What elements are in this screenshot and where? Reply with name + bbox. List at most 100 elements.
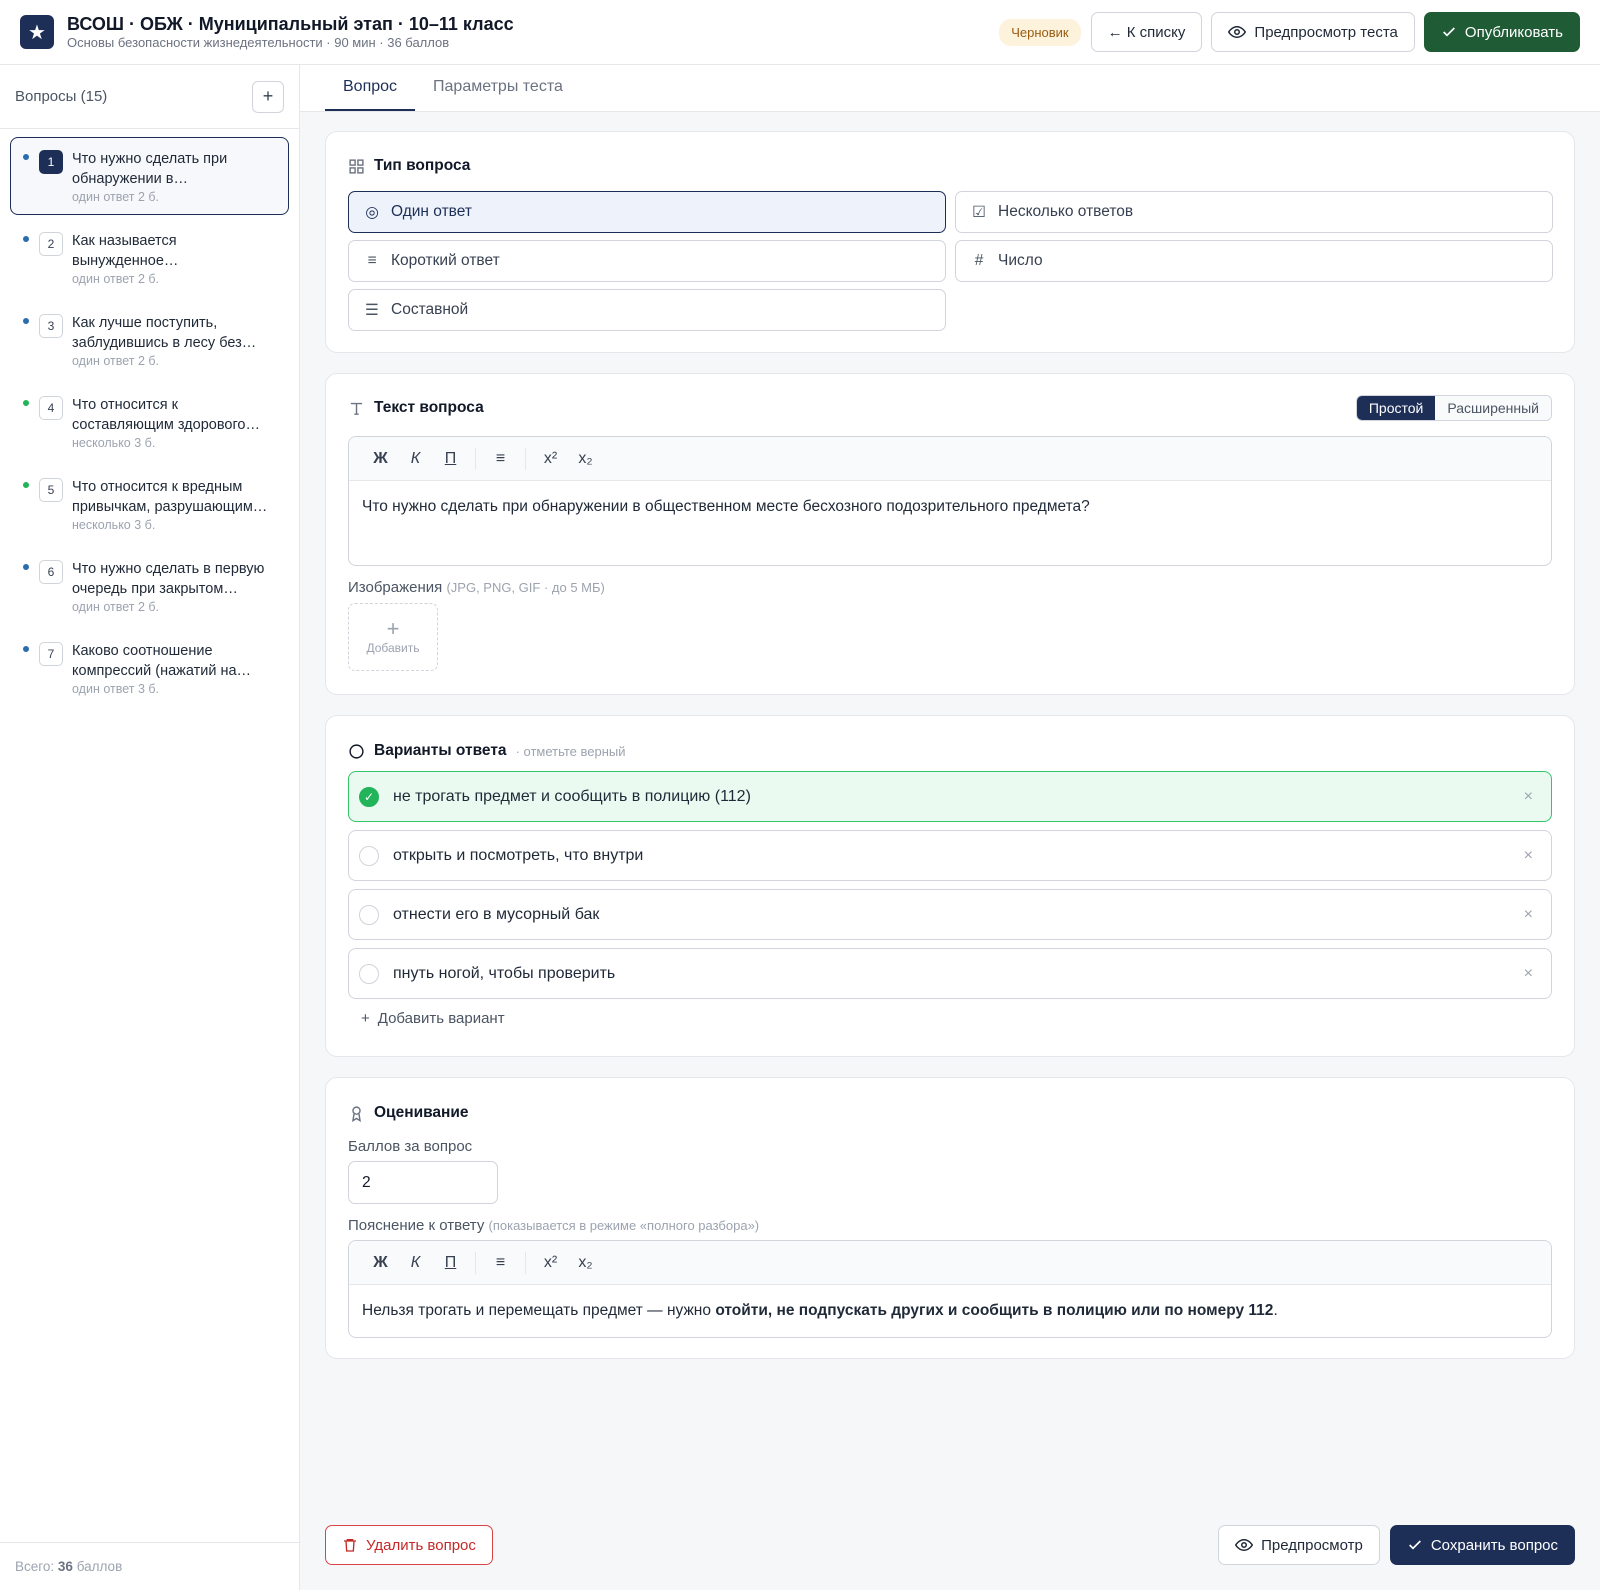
eye-icon <box>1235 1538 1254 1552</box>
radio-button[interactable] <box>359 845 379 866</box>
editor-mode-toggle: Простой Расширенный <box>1355 395 1552 421</box>
question-text-field[interactable]: Что нужно сделать при обнаружении в обще… <box>349 481 1551 565</box>
footer-right-actions: Предпросмотр Сохранить вопрос <box>1218 1525 1575 1565</box>
sidebar-question-item[interactable]: 2 Как называется вынужденное… один ответ 2… <box>10 219 289 297</box>
radio-button[interactable] <box>359 963 379 984</box>
italic-button[interactable]: К <box>398 450 433 468</box>
explanation-field[interactable]: Нельзя трогать и перемещать предмет — ну… <box>349 1285 1551 1337</box>
sidebar-question-item[interactable]: 4 Что относится к составляющим здорового…… <box>10 383 289 461</box>
question-number: 5 <box>39 478 63 502</box>
question-text-heading: Текст вопроса Простой Расширенный <box>348 395 1552 421</box>
underline-button[interactable]: П <box>433 450 468 468</box>
add-image-button[interactable]: + Добавить <box>348 603 438 671</box>
question-number: 3 <box>39 314 63 338</box>
radio-circle-icon <box>348 743 365 760</box>
delete-question-button[interactable]: Удалить вопрос <box>325 1525 493 1565</box>
plus-icon: + <box>361 1010 370 1027</box>
checkbox-icon: ☑ <box>972 203 986 221</box>
points-label: Баллов за вопрос <box>348 1138 473 1155</box>
question-preview-text: Как называется вынужденное… <box>72 233 179 269</box>
question-type-option[interactable]: # Число <box>955 240 1553 282</box>
answers-title: Варианты ответа <box>374 742 507 759</box>
tab-test-params[interactable]: Параметры теста <box>415 65 581 111</box>
points-input[interactable]: 2 <box>348 1161 498 1204</box>
italic-button[interactable]: К <box>398 1254 433 1272</box>
question-number: 6 <box>39 560 63 584</box>
sidebar-question-item[interactable]: 6 Что нужно сделать в первую очередь при … <box>10 547 289 625</box>
answer-text[interactable]: пнуть ногой, чтобы проверить <box>393 965 1524 983</box>
remove-answer-icon[interactable]: × <box>1524 847 1533 865</box>
question-preview-text: Что относится к вредным привычкам, разру… <box>72 479 268 515</box>
question-number: 7 <box>39 642 63 666</box>
mode-simple-button[interactable]: Простой <box>1356 396 1436 420</box>
save-question-button[interactable]: Сохранить вопрос <box>1389 1525 1575 1565</box>
question-type-option[interactable]: ☰ Составной <box>348 289 946 331</box>
superscript-button[interactable]: x² <box>533 1254 568 1272</box>
question-text-title: Текст вопроса <box>374 399 484 416</box>
page-title: ВСОШ · ОБЖ · Муниципальный этап · 10–11 … <box>67 14 514 34</box>
answer-option[interactable]: пнуть ногой, чтобы проверить × <box>348 948 1552 999</box>
footer-actions: Удалить вопрос Предпросмотр Сохранить во… <box>325 1525 1575 1565</box>
sidebar-question-item[interactable]: 3 Как лучше поступить, заблудившись в лес… <box>10 301 289 379</box>
tab-question[interactable]: Вопрос <box>325 65 416 111</box>
sidebar-question-item[interactable]: 5 Что относится к вредным привычкам, разр… <box>10 465 289 543</box>
question-text-card: Текст вопроса Простой Расширенный Ж К П … <box>325 373 1575 695</box>
subscript-button[interactable]: x₂ <box>568 450 603 468</box>
remove-answer-icon[interactable]: × <box>1524 965 1533 983</box>
preview-label: Предпросмотр <box>1261 1536 1363 1554</box>
add-variant-button[interactable]: + Добавить вариант <box>361 1010 1552 1027</box>
list-button[interactable]: ≡ <box>483 450 518 468</box>
answer-option[interactable]: открыть и посмотреть, что внутри × <box>348 830 1552 881</box>
question-preview-text: Что нужно сделать при обнаружении в… <box>72 151 228 187</box>
remove-answer-icon[interactable]: × <box>1524 788 1533 806</box>
explanation-hint: (показывается в режиме «полного разбора»… <box>488 1218 760 1233</box>
status-dot <box>23 318 29 324</box>
subscript-button[interactable]: x₂ <box>568 1254 603 1272</box>
save-question-label: Сохранить вопрос <box>1430 1536 1558 1554</box>
delete-question-label: Удалить вопрос <box>366 1536 476 1554</box>
sidebar-question-item[interactable]: 7 Каково соотношение компрессий (нажатий … <box>10 629 289 707</box>
preview-test-button[interactable]: Предпросмотр теста <box>1211 12 1415 52</box>
superscript-button[interactable]: x² <box>533 450 568 468</box>
question-type-option[interactable]: ≡ Короткий ответ <box>348 240 946 282</box>
total-suffix: баллов <box>76 1559 123 1574</box>
question-type-label: Составной <box>391 301 469 318</box>
explanation-label-row: Пояснение к ответу (показывается в режим… <box>348 1217 1552 1234</box>
list-button[interactable]: ≡ <box>483 1254 518 1272</box>
toolbar-divider <box>525 447 526 470</box>
remove-answer-icon[interactable]: × <box>1524 906 1533 924</box>
explanation-label: Пояснение к ответу <box>348 1217 485 1234</box>
answer-option[interactable]: отнести его в мусорный бак × <box>348 889 1552 940</box>
status-dot <box>23 154 29 160</box>
preview-button[interactable]: Предпросмотр <box>1218 1525 1380 1565</box>
question-type-option[interactable]: ☑ Несколько ответов <box>955 191 1553 233</box>
publish-button[interactable]: Опубликовать <box>1423 12 1580 52</box>
status-dot <box>23 646 29 652</box>
grading-heading: Оценивание <box>348 1101 1552 1125</box>
question-type-option[interactable]: ◎ Один ответ <box>348 191 946 233</box>
add-question-button[interactable]: + <box>252 80 284 113</box>
answer-text[interactable]: открыть и посмотреть, что внутри <box>393 847 1524 865</box>
back-to-list-button[interactable]: ← К списку <box>1090 12 1203 52</box>
main-panel: Вопрос Параметры теста Тип вопроса ◎ Один … <box>300 65 1600 1590</box>
bold-button[interactable]: Ж <box>363 1254 398 1272</box>
underline-button[interactable]: П <box>433 1254 468 1272</box>
sidebar-question-item[interactable]: 1 Что нужно сделать при обнаружении в… оди… <box>10 137 289 215</box>
question-editor: Ж К П ≡ x² x₂ Что нужно сделать при обна… <box>348 436 1552 566</box>
question-number: 4 <box>39 396 63 420</box>
correct-check-icon[interactable]: ✓ <box>359 786 379 807</box>
bold-button[interactable]: Ж <box>363 450 398 468</box>
eye-icon <box>1228 25 1247 39</box>
mode-advanced-button[interactable]: Расширенный <box>1435 396 1551 420</box>
answer-text[interactable]: не трогать предмет и сообщить в полицию … <box>393 788 1524 806</box>
toolbar-divider <box>525 1251 526 1274</box>
question-type-label: Число <box>998 252 1043 269</box>
question-type-title: Тип вопроса <box>374 157 471 174</box>
answer-text[interactable]: отнести его в мусорный бак <box>393 906 1524 924</box>
radio-button[interactable] <box>359 904 379 925</box>
app-logo-star-icon: ★ <box>20 15 54 49</box>
header-actions: Черновик ← К списку Предпросмотр теста О… <box>999 12 1580 52</box>
question-list: 1 Что нужно сделать при обнаружении в… оди… <box>0 129 299 719</box>
answer-option[interactable]: ✓ не трогать предмет и сообщить в полицию… <box>348 771 1552 822</box>
list-icon: ☰ <box>365 301 379 319</box>
